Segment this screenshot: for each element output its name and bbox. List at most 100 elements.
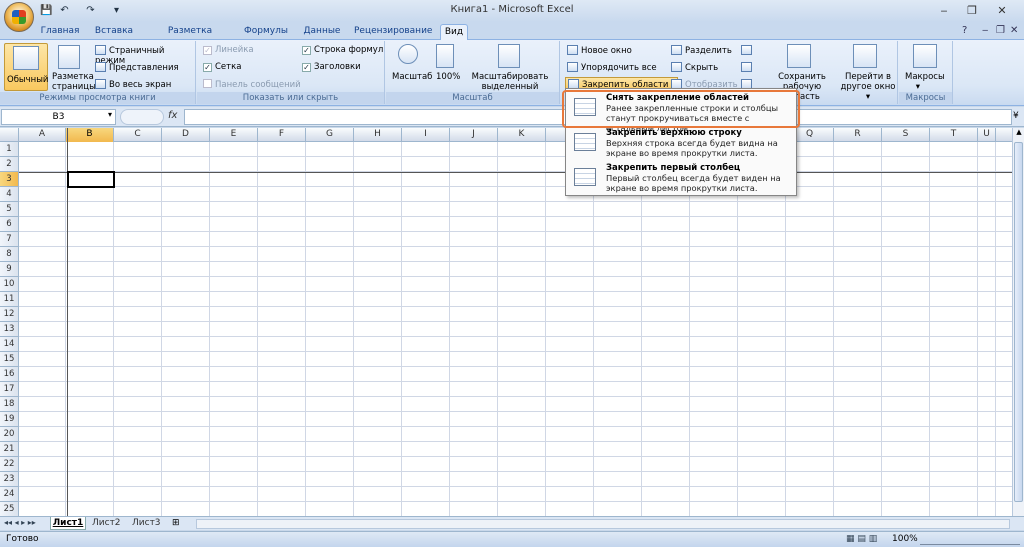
menu-item-freeze-first-column[interactable]: Закрепить первый столбец Первый столбец … [568,161,794,195]
column-header-T[interactable]: T [930,128,978,142]
grid-hline [19,186,1012,187]
row-header-20[interactable]: 20 [0,427,19,442]
zoom-slider[interactable] [920,535,1020,545]
hide-button[interactable]: Скрыть [671,62,718,73]
row-header-19[interactable]: 19 [0,412,19,427]
tab-view[interactable]: Вид [440,24,468,40]
grid-vline [113,142,114,516]
sheet-tab-3[interactable]: Лист3 [132,517,166,530]
row-header-16[interactable]: 16 [0,367,19,382]
row-header-8[interactable]: 8 [0,247,19,262]
column-header-F[interactable]: F [258,128,306,142]
gridlines-checkbox[interactable]: ✓ Сетка [203,62,241,72]
tab-review[interactable]: Рецензирование [354,24,432,40]
row-header-22[interactable]: 22 [0,457,19,472]
name-box[interactable]: B3 [1,109,116,125]
restore-button[interactable]: ❐ [958,3,986,19]
formula-buttons[interactable] [120,109,164,125]
row-header-24[interactable]: 24 [0,487,19,502]
worksheet-grid[interactable]: ABCDEFGHIJKLMNOPQRSTU 123456789101112131… [0,128,1012,516]
select-all-corner[interactable] [0,128,19,142]
row-header-12[interactable]: 12 [0,307,19,322]
headings-checkbox[interactable]: ✓ Заголовки [302,62,361,72]
normal-view-button[interactable]: Обычный [4,43,48,91]
menu-item-freeze-top-row[interactable]: Закрепить верхнюю строку Верхняя строка … [568,126,794,160]
sheet-nav-icons[interactable]: ◂◂ ◂ ▸ ▸▸ [4,518,36,527]
row-header-2[interactable]: 2 [0,157,19,172]
column-header-G[interactable]: G [306,128,354,142]
tab-formulas[interactable]: Формулы [244,24,288,40]
sheet-tab-1[interactable]: Лист1 [50,517,86,530]
row-header-11[interactable]: 11 [0,292,19,307]
insert-sheet-icon[interactable]: ⊞ [172,518,180,528]
zoom-level[interactable]: 100% [892,534,918,544]
minimize-button[interactable]: ‒ [930,3,958,19]
new-window-button[interactable]: Новое окно [567,45,632,56]
expand-formula-icon[interactable]: ¥ [1013,111,1019,121]
row-header-13[interactable]: 13 [0,322,19,337]
row-header-21[interactable]: 21 [0,442,19,457]
selected-cell[interactable] [67,171,115,188]
row-header-4[interactable]: 4 [0,187,19,202]
row-header-3[interactable]: 3 [0,172,19,187]
tab-page-layout[interactable]: Разметка страницы [144,24,236,50]
row-header-17[interactable]: 17 [0,382,19,397]
page-layout-button[interactable]: Разметка страницы [52,72,96,92]
column-header-U[interactable]: U [978,128,996,142]
column-header-H[interactable]: H [354,128,402,142]
arrange-all-button[interactable]: Упорядочить все [567,62,657,73]
macros-button[interactable]: Макросы ▾ [905,72,945,92]
row-header-25[interactable]: 25 [0,502,19,516]
zoom-button[interactable]: Масштаб [392,72,432,82]
name-box-dropdown-icon[interactable]: ▾ [108,110,112,119]
row-header-9[interactable]: 9 [0,262,19,277]
formula-bar-checkbox[interactable]: ✓ Строка формул [302,45,383,55]
close-button[interactable]: ✕ [988,3,1016,19]
side-by-side-icon[interactable] [741,45,755,56]
full-screen-button[interactable]: Во весь экран [95,79,171,90]
row-header-10[interactable]: 10 [0,277,19,292]
ribbon-close-icon[interactable]: ✕ [1010,25,1018,36]
horizontal-scrollbar[interactable] [196,519,1010,529]
sheet-tab-2[interactable]: Лист2 [92,517,126,530]
insert-function-icon[interactable]: fx [168,110,180,124]
column-header-R[interactable]: R [834,128,882,142]
row-header-15[interactable]: 15 [0,352,19,367]
column-header-A[interactable]: A [19,128,66,142]
column-header-B[interactable]: B [66,128,114,142]
column-header-I[interactable]: I [402,128,450,142]
row-header-1[interactable]: 1 [0,142,19,157]
scroll-thumb[interactable] [1014,142,1023,502]
ribbon-minimize-icon[interactable]: ‒ [982,25,988,36]
ribbon-restore-icon[interactable]: ❐ [996,25,1005,36]
zoom-100-button[interactable]: 100% [436,72,460,82]
view-buttons[interactable]: ▦ ▤ ▥ [846,534,877,544]
row-header-23[interactable]: 23 [0,472,19,487]
column-header-S[interactable]: S [882,128,930,142]
row-header-14[interactable]: 14 [0,337,19,352]
office-button[interactable] [4,2,34,32]
row-header-18[interactable]: 18 [0,397,19,412]
row-header-6[interactable]: 6 [0,217,19,232]
tab-insert[interactable]: Вставка [92,24,136,40]
row-header-5[interactable]: 5 [0,202,19,217]
column-header-K[interactable]: K [498,128,546,142]
column-header-E[interactable]: E [210,128,258,142]
sync-scroll-icon[interactable] [741,62,755,73]
row-header-7[interactable]: 7 [0,232,19,247]
column-header-J[interactable]: J [450,128,498,142]
help-icon[interactable]: ? [962,25,967,36]
custom-views-button[interactable]: Представления [95,62,179,73]
tab-home[interactable]: Главная [38,24,82,40]
split-button[interactable]: Разделить [671,45,732,56]
column-header-C[interactable]: C [114,128,162,142]
save-workspace-icon [787,44,811,68]
tab-data[interactable]: Данные [302,24,342,40]
switch-windows-button[interactable]: Перейти в другое окно ▾ [839,72,897,102]
hide-icon [671,62,682,72]
vertical-scrollbar[interactable]: ▲ [1012,128,1024,516]
grid-vline [689,142,690,516]
column-header-D[interactable]: D [162,128,210,142]
macros-icon [913,44,937,68]
scroll-up-icon[interactable]: ▲ [1014,128,1024,140]
